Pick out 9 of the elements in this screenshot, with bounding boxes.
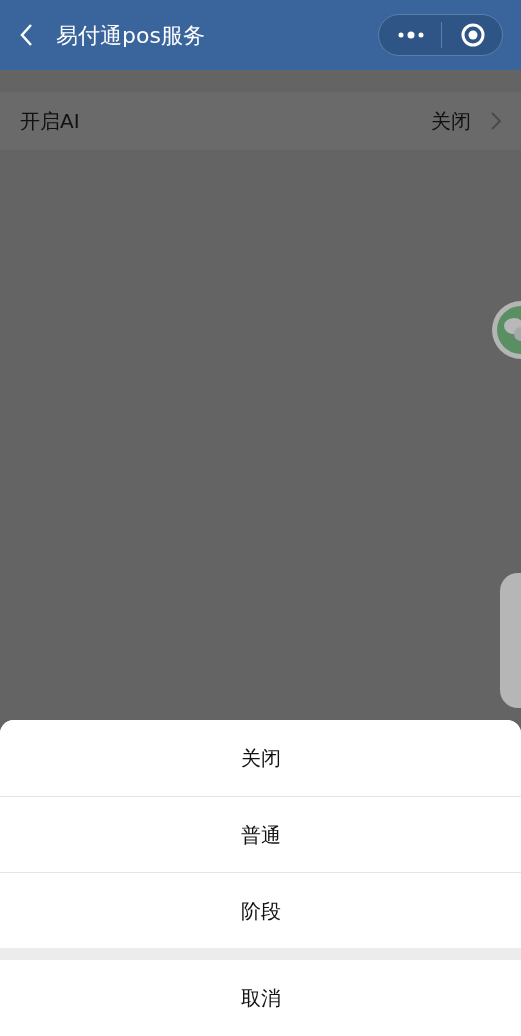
- back-icon[interactable]: [18, 22, 34, 48]
- page-title: 易付通pos服务: [56, 21, 205, 50]
- chevron-right-icon: [491, 112, 501, 130]
- side-tab[interactable]: [500, 573, 521, 708]
- setting-value: 关闭: [431, 108, 471, 135]
- setting-label: 开启AI: [20, 108, 80, 135]
- close-icon[interactable]: [461, 23, 485, 47]
- more-icon[interactable]: [397, 30, 425, 40]
- chat-icon[interactable]: [491, 300, 521, 360]
